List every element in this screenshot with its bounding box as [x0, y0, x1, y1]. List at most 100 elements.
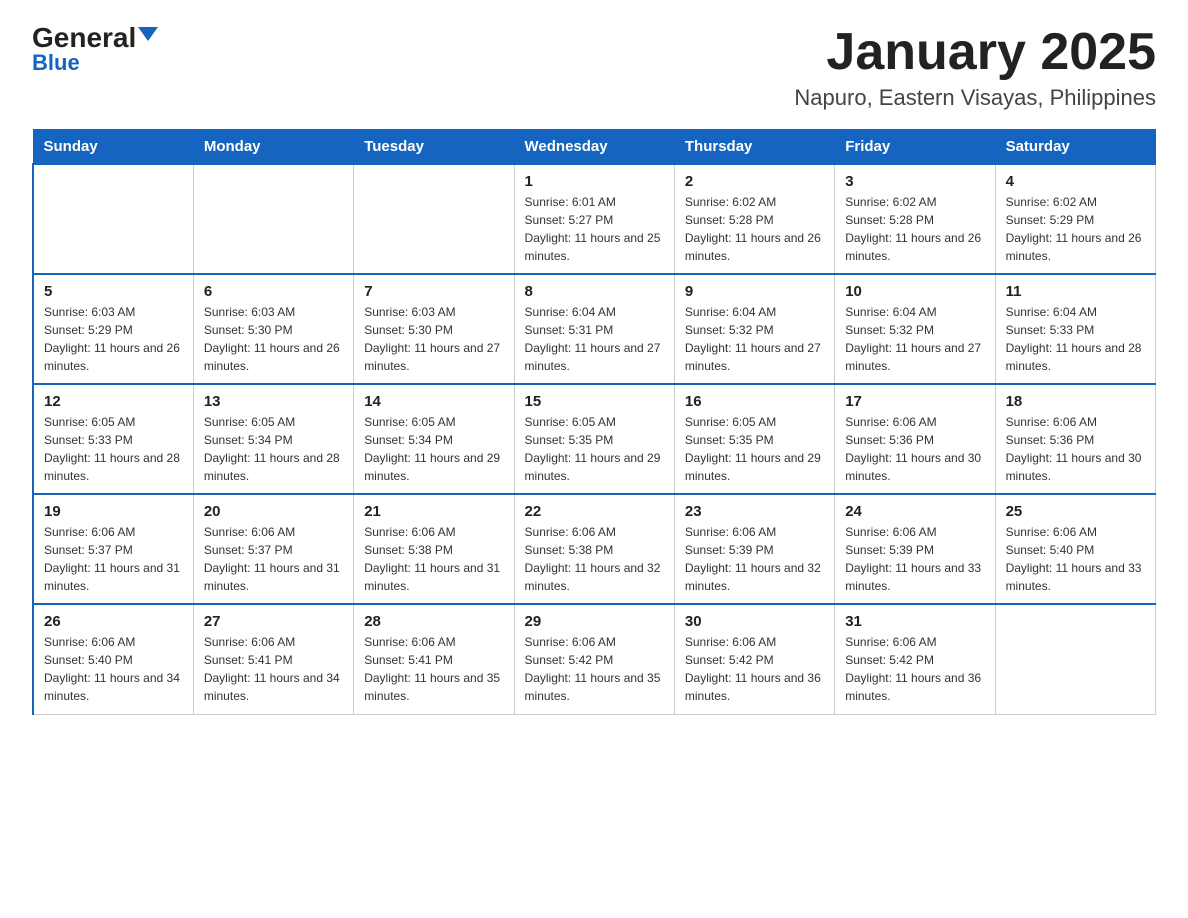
day-number: 3: [845, 173, 984, 190]
day-cell: 29Sunrise: 6:06 AM Sunset: 5:42 PM Dayli…: [514, 604, 674, 714]
day-cell: 19 Sunrise: 6:06 AM Sunset: 5:37 PM Dayli…: [33, 494, 193, 604]
week-row-3: 12 Sunrise: 6:05 AM Sunset: 5:33 PM Dayli…: [33, 384, 1156, 494]
header-cell-wednesday: Wednesday: [514, 130, 674, 165]
month-title: January 2025: [794, 24, 1156, 81]
header-cell-friday: Friday: [835, 130, 995, 165]
day-info: Sunrise: 6:06 AM Sunset: 5:38 PM Dayligh…: [525, 523, 664, 595]
day-number: 24: [845, 503, 984, 520]
day-info: Sunrise: 6:04 AM Sunset: 5:33 PM Dayligh…: [1006, 303, 1145, 375]
day-cell: 15Sunrise: 6:05 AM Sunset: 5:35 PM Dayli…: [514, 384, 674, 494]
week-row-5: 26 Sunrise: 6:06 AM Sunset: 5:40 PM Dayli…: [33, 604, 1156, 714]
day-number: 7: [364, 283, 503, 300]
header-cell-monday: Monday: [193, 130, 353, 165]
day-info: Sunrise: 6:04 AM Sunset: 5:31 PM Dayligh…: [525, 303, 664, 375]
day-number: 26: [44, 613, 183, 630]
day-cell: [193, 164, 353, 274]
day-number: 11: [1006, 283, 1145, 300]
day-cell: 23 Sunrise: 6:06 AM Sunset: 5:39 PM Dayli…: [674, 494, 834, 604]
day-info: Sunrise: 6:03 AM Sunset: 5:29 PM Dayligh…: [44, 303, 183, 375]
day-info: Sunrise: 6:06 AM Sunset: 5:38 PM Dayligh…: [364, 523, 503, 595]
day-cell: 27 Sunrise: 6:06 AM Sunset: 5:41 PM Dayli…: [193, 604, 353, 714]
day-cell: 26 Sunrise: 6:06 AM Sunset: 5:40 PM Dayli…: [33, 604, 193, 714]
day-info: Sunrise: 6:05 AM Sunset: 5:33 PM Dayligh…: [44, 413, 183, 485]
day-cell: 10 Sunrise: 6:04 AM Sunset: 5:32 PM Dayli…: [835, 274, 995, 384]
day-number: 28: [364, 613, 503, 630]
day-cell: 18 Sunrise: 6:06 AM Sunset: 5:36 PM Dayli…: [995, 384, 1155, 494]
day-info: Sunrise: 6:06 AM Sunset: 5:41 PM Dayligh…: [204, 633, 343, 705]
day-cell: 24 Sunrise: 6:06 AM Sunset: 5:39 PM Dayli…: [835, 494, 995, 604]
day-number: 27: [204, 613, 343, 630]
day-cell: 16Sunrise: 6:05 AM Sunset: 5:35 PM Dayli…: [674, 384, 834, 494]
week-row-4: 19 Sunrise: 6:06 AM Sunset: 5:37 PM Dayli…: [33, 494, 1156, 604]
day-number: 30: [685, 613, 824, 630]
day-number: 23: [685, 503, 824, 520]
day-info: Sunrise: 6:06 AM Sunset: 5:36 PM Dayligh…: [1006, 413, 1145, 485]
location: Napuro, Eastern Visayas, Philippines: [794, 85, 1156, 111]
day-number: 5: [44, 283, 183, 300]
logo-general: General: [32, 24, 136, 52]
day-info: Sunrise: 6:06 AM Sunset: 5:39 PM Dayligh…: [685, 523, 824, 595]
day-number: 17: [845, 393, 984, 410]
day-number: 10: [845, 283, 984, 300]
day-cell: 4Sunrise: 6:02 AM Sunset: 5:29 PM Daylig…: [995, 164, 1155, 274]
day-info: Sunrise: 6:06 AM Sunset: 5:40 PM Dayligh…: [44, 633, 183, 705]
day-cell: [995, 604, 1155, 714]
day-cell: 1 Sunrise: 6:01 AM Sunset: 5:27 PM Daylig…: [514, 164, 674, 274]
day-info: Sunrise: 6:06 AM Sunset: 5:40 PM Dayligh…: [1006, 523, 1145, 595]
header-cell-tuesday: Tuesday: [354, 130, 514, 165]
day-number: 19: [44, 503, 183, 520]
day-number: 6: [204, 283, 343, 300]
day-number: 14: [364, 393, 503, 410]
logo: General Blue: [32, 24, 158, 76]
day-cell: [354, 164, 514, 274]
week-row-1: 1 Sunrise: 6:01 AM Sunset: 5:27 PM Daylig…: [33, 164, 1156, 274]
day-number: 18: [1006, 393, 1145, 410]
day-cell: [33, 164, 193, 274]
day-number: 1: [525, 173, 664, 190]
day-cell: 13Sunrise: 6:05 AM Sunset: 5:34 PM Dayli…: [193, 384, 353, 494]
day-cell: 8 Sunrise: 6:04 AM Sunset: 5:31 PM Daylig…: [514, 274, 674, 384]
day-cell: 14 Sunrise: 6:05 AM Sunset: 5:34 PM Dayli…: [354, 384, 514, 494]
day-cell: 28Sunrise: 6:06 AM Sunset: 5:41 PM Dayli…: [354, 604, 514, 714]
day-info: Sunrise: 6:01 AM Sunset: 5:27 PM Dayligh…: [525, 193, 664, 265]
week-row-2: 5 Sunrise: 6:03 AM Sunset: 5:29 PM Daylig…: [33, 274, 1156, 384]
header-cell-thursday: Thursday: [674, 130, 834, 165]
header-row: SundayMondayTuesdayWednesdayThursdayFrid…: [33, 130, 1156, 165]
day-info: Sunrise: 6:06 AM Sunset: 5:37 PM Dayligh…: [204, 523, 343, 595]
day-number: 9: [685, 283, 824, 300]
day-cell: 31 Sunrise: 6:06 AM Sunset: 5:42 PM Dayli…: [835, 604, 995, 714]
day-info: Sunrise: 6:06 AM Sunset: 5:42 PM Dayligh…: [685, 633, 824, 705]
day-cell: 30 Sunrise: 6:06 AM Sunset: 5:42 PM Dayli…: [674, 604, 834, 714]
day-cell: 12 Sunrise: 6:05 AM Sunset: 5:33 PM Dayli…: [33, 384, 193, 494]
day-cell: 20 Sunrise: 6:06 AM Sunset: 5:37 PM Dayli…: [193, 494, 353, 604]
day-number: 8: [525, 283, 664, 300]
day-number: 13: [204, 393, 343, 410]
day-number: 20: [204, 503, 343, 520]
day-info: Sunrise: 6:06 AM Sunset: 5:42 PM Dayligh…: [525, 633, 664, 705]
day-info: Sunrise: 6:06 AM Sunset: 5:37 PM Dayligh…: [44, 523, 183, 595]
day-cell: 3Sunrise: 6:02 AM Sunset: 5:28 PM Daylig…: [835, 164, 995, 274]
calendar-header: SundayMondayTuesdayWednesdayThursdayFrid…: [33, 130, 1156, 165]
day-cell: 11 Sunrise: 6:04 AM Sunset: 5:33 PM Dayli…: [995, 274, 1155, 384]
day-info: Sunrise: 6:04 AM Sunset: 5:32 PM Dayligh…: [685, 303, 824, 375]
day-info: Sunrise: 6:03 AM Sunset: 5:30 PM Dayligh…: [364, 303, 503, 375]
calendar-body: 1 Sunrise: 6:01 AM Sunset: 5:27 PM Daylig…: [33, 164, 1156, 714]
day-number: 21: [364, 503, 503, 520]
day-number: 31: [845, 613, 984, 630]
day-info: Sunrise: 6:05 AM Sunset: 5:34 PM Dayligh…: [364, 413, 503, 485]
day-info: Sunrise: 6:02 AM Sunset: 5:28 PM Dayligh…: [685, 193, 824, 265]
day-number: 25: [1006, 503, 1145, 520]
day-cell: 2Sunrise: 6:02 AM Sunset: 5:28 PM Daylig…: [674, 164, 834, 274]
day-cell: 17Sunrise: 6:06 AM Sunset: 5:36 PM Dayli…: [835, 384, 995, 494]
day-cell: 5 Sunrise: 6:03 AM Sunset: 5:29 PM Daylig…: [33, 274, 193, 384]
day-info: Sunrise: 6:06 AM Sunset: 5:42 PM Dayligh…: [845, 633, 984, 705]
header-cell-sunday: Sunday: [33, 130, 193, 165]
day-info: Sunrise: 6:05 AM Sunset: 5:35 PM Dayligh…: [685, 413, 824, 485]
day-info: Sunrise: 6:02 AM Sunset: 5:29 PM Dayligh…: [1006, 193, 1145, 265]
calendar-table: SundayMondayTuesdayWednesdayThursdayFrid…: [32, 129, 1156, 715]
day-info: Sunrise: 6:06 AM Sunset: 5:39 PM Dayligh…: [845, 523, 984, 595]
day-info: Sunrise: 6:04 AM Sunset: 5:32 PM Dayligh…: [845, 303, 984, 375]
logo-blue: Blue: [32, 50, 80, 76]
day-cell: 21 Sunrise: 6:06 AM Sunset: 5:38 PM Dayli…: [354, 494, 514, 604]
day-number: 12: [44, 393, 183, 410]
